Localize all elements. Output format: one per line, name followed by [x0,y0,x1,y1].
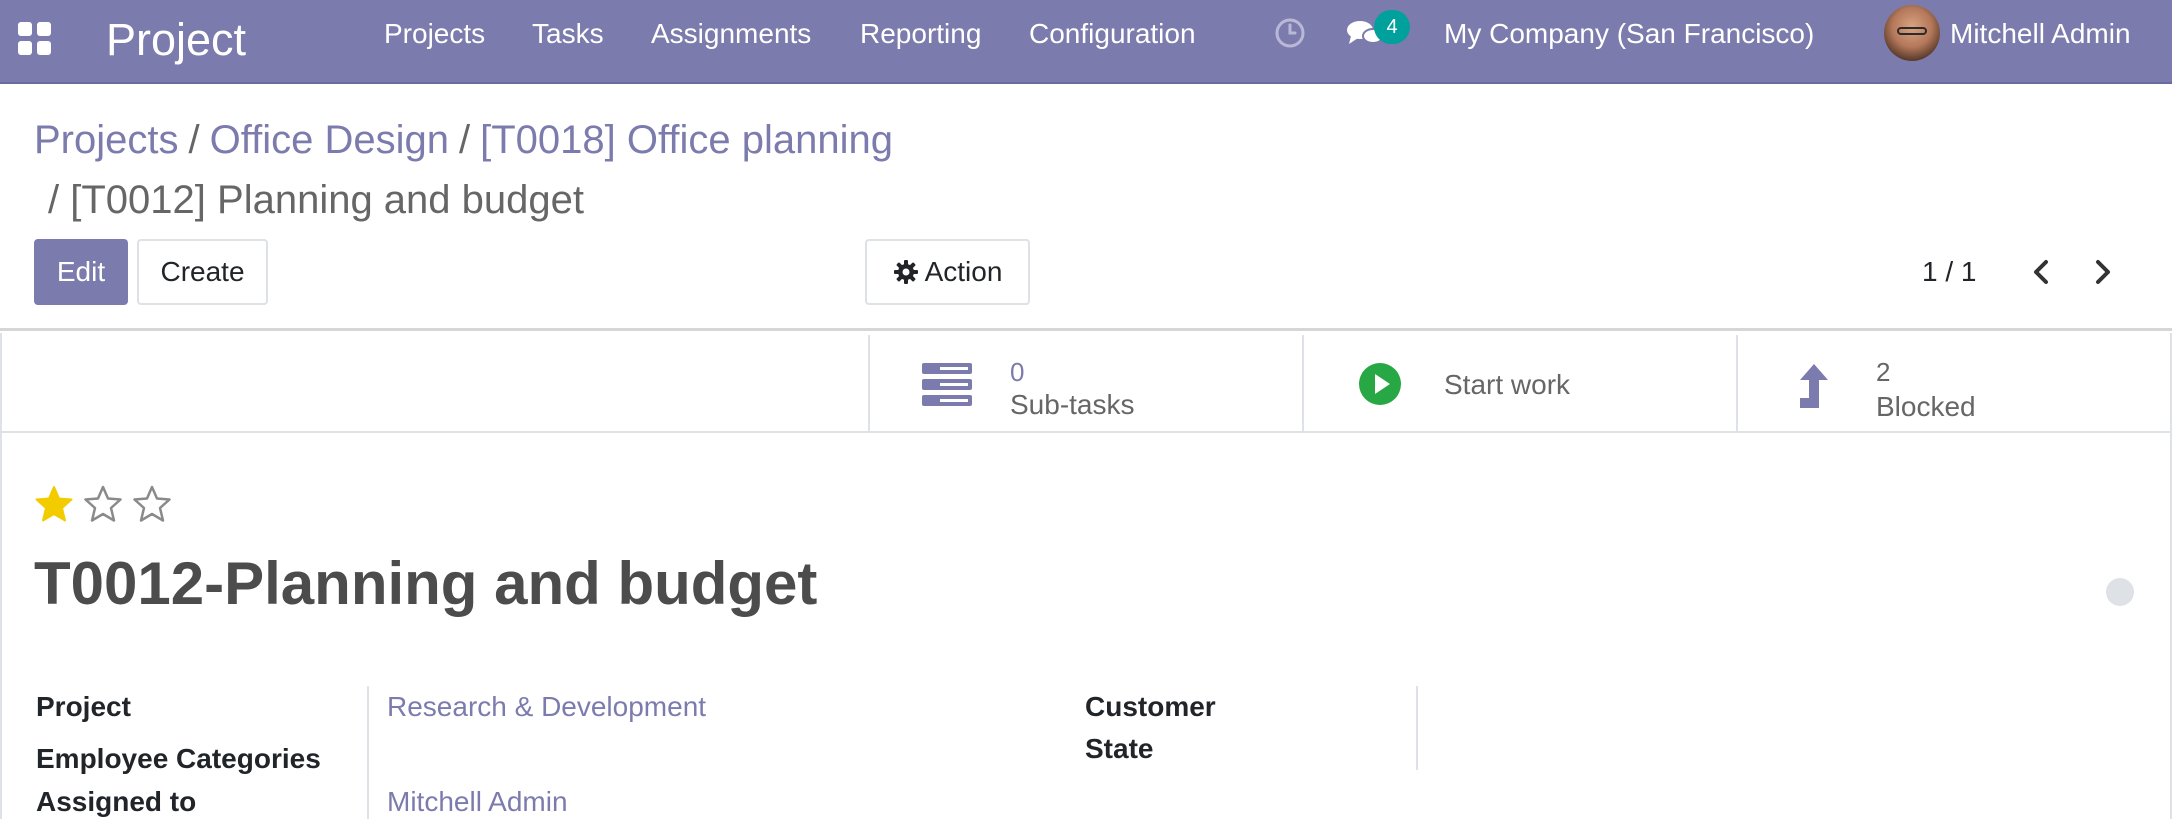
action-button[interactable]: Action [865,239,1030,305]
breadcrumb: Projects / Office Design / [T0018] Office pl… [34,115,893,165]
apps-menu-icon[interactable] [18,22,52,56]
breadcrumb-separator: / [188,118,200,162]
menu-tasks[interactable]: Tasks [532,18,604,50]
subtasks-label: Sub-tasks [1010,389,1135,420]
menu-configuration[interactable]: Configuration [1029,18,1196,50]
arrow-up-icon [1800,364,1828,408]
priority-star-2-icon[interactable] [83,484,123,524]
company-switcher[interactable]: My Company (San Francisco) [1444,18,1814,50]
create-button[interactable]: Create [137,239,268,305]
breadcrumb-projects[interactable]: Projects [34,118,179,162]
blocked-count: 2 [1876,357,1891,387]
start-work-button[interactable]: Start work [1302,335,1736,431]
subtasks-count: 0 [1010,357,1025,387]
user-avatar[interactable] [1884,5,1940,61]
project-field[interactable]: Research & Development [387,691,706,723]
menu-projects[interactable]: Projects [384,18,485,50]
chevron-right-icon [2096,260,2110,284]
blocked-label: Blocked [1876,391,1976,422]
user-menu[interactable]: Mitchell Admin [1950,18,2131,50]
project-label: Project [36,691,131,722]
action-label: Action [924,256,1003,287]
app-title[interactable]: Project [106,10,246,70]
breadcrumb-separator: / [459,118,471,162]
customer-label: Customer [1085,691,1216,722]
tasks-list-icon [922,363,972,406]
pager-value: 1 / 1 [1922,256,1977,287]
pager-previous-button[interactable] [2022,252,2062,292]
kanban-state-indicator[interactable] [2106,578,2134,606]
breadcrumb-office-planning[interactable]: [T0018] Office planning [480,118,893,162]
employee-categories-label: Employee Categories [36,743,321,774]
field-divider [367,686,369,819]
play-icon [1359,363,1401,405]
breadcrumb-office-design[interactable]: Office Design [210,118,449,162]
breadcrumb-current: [T0012] Planning and budget [70,178,584,222]
subtasks-button[interactable]: 0 Sub-tasks [868,335,1302,431]
messages-badge[interactable]: 4 [1374,10,1410,44]
breadcrumb-current-line: / [T0012] Planning and budget [48,175,584,225]
menu-reporting[interactable]: Reporting [860,18,981,50]
state-label: State [1085,733,1154,764]
start-work-label: Start work [1444,369,1571,400]
priority-star-3-icon[interactable] [132,484,172,524]
assigned-to-label: Assigned to [36,786,197,817]
edit-button[interactable]: Edit [34,239,128,305]
breadcrumb-separator: / [48,178,60,222]
clock-icon[interactable] [1274,17,1306,49]
priority-star-1-icon[interactable] [34,484,74,524]
pager-next-button[interactable] [2082,252,2122,292]
control-panel-divider [0,328,2172,331]
menu-assignments[interactable]: Assignments [651,18,811,50]
gear-icon [893,260,918,284]
chevron-left-icon [2034,260,2048,284]
assigned-to-field[interactable]: Mitchell Admin [387,786,568,818]
blocked-button[interactable]: 2 Blocked [1736,335,2172,431]
task-title[interactable]: T0012-Planning and budget [34,548,817,620]
top-navbar: Project Projects Tasks Assignments Repor… [0,0,2172,84]
field-divider [1416,686,1418,770]
